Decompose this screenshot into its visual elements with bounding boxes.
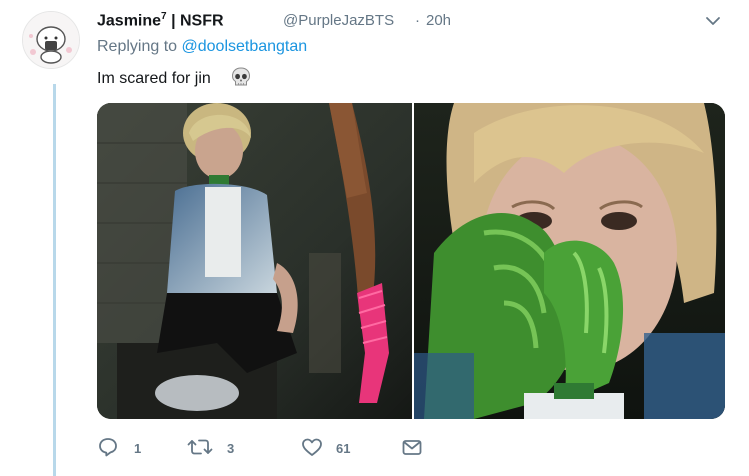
display-name-superscript: 7 [161,11,167,22]
like-button[interactable]: 61 [301,436,371,460]
like-count: 61 [336,441,351,456]
media-image-right[interactable] [414,103,725,419]
tweet-actions: 1 3 61 [97,436,737,460]
direct-message-button[interactable] [401,436,425,460]
doll-seated-photo [97,103,412,419]
thread-line [53,84,56,476]
skull-emoji [230,66,252,88]
reply-count: 1 [134,441,142,456]
reply-button[interactable]: 1 [97,436,147,460]
media-grid[interactable] [97,103,725,419]
caret-down-icon[interactable] [703,12,723,30]
tweet-header: Jasmine7 | NSFR @PurpleJazBTS · 20h [97,8,737,32]
retweet-count: 3 [227,441,235,456]
replying-to-link[interactable]: @doolsetbangtan [182,38,308,55]
retweet-button[interactable]: 3 [187,436,257,460]
display-name-badge: | NSFR [171,12,224,30]
tweet-text: Im scared for jin [97,70,211,87]
replying-to: Replying to @doolsetbangtan [97,38,307,56]
dm-icon [402,440,422,455]
separator-dot: · [415,12,420,29]
doll-closeup-photo [414,103,725,419]
user-handle[interactable]: @PurpleJazBTS [283,12,394,29]
like-icon [302,438,322,456]
tweet-timestamp[interactable]: 20h [426,12,451,29]
media-image-left[interactable] [97,103,412,419]
reply-icon [99,438,117,457]
replying-to-label: Replying to [97,38,178,55]
avatar[interactable] [22,11,80,69]
display-name[interactable]: Jasmine7 | NSFR [97,11,224,30]
avatar-illustration [23,12,79,68]
retweet-icon [187,439,213,455]
